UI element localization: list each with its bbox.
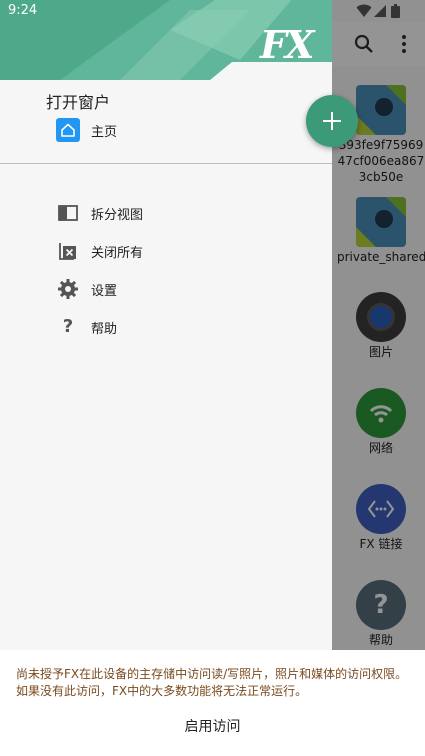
window-label: 主页 bbox=[91, 125, 118, 140]
menu-item-help[interactable]: ? 帮助 bbox=[0, 310, 332, 344]
window-item-home[interactable]: 主页 bbox=[0, 113, 332, 147]
menu-item-label: 设置 bbox=[91, 284, 118, 299]
open-windows-heading: 打开窗户 bbox=[46, 93, 111, 112]
menu-item-label: 关闭所有 bbox=[91, 246, 144, 261]
battery-icon bbox=[391, 4, 400, 18]
status-bar: 9:24 bbox=[0, 0, 425, 22]
menu-item-split-view[interactable]: 拆分视图 bbox=[0, 196, 332, 230]
gear-icon bbox=[58, 279, 78, 299]
divider bbox=[0, 163, 332, 164]
home-icon bbox=[56, 118, 80, 142]
help-icon: ? bbox=[62, 316, 74, 337]
menu-item-close-all[interactable]: 关闭所有 bbox=[0, 234, 332, 268]
cell-signal-icon bbox=[374, 5, 386, 17]
enable-access-button[interactable]: 启用访问 bbox=[0, 707, 425, 747]
permission-message: 尚未授予FX在此设备的主存储中访问读/写照片，照片和媒体的访问权限。如果没有此访… bbox=[16, 667, 408, 698]
fx-logo: FX bbox=[260, 22, 314, 67]
split-view-icon bbox=[58, 205, 78, 221]
wifi-signal-icon bbox=[356, 4, 372, 17]
navigation-drawer: FX 打开窗户 主页 拆分视图 关闭所有 设置 ? 帮助 bbox=[0, 0, 332, 650]
close-all-icon bbox=[59, 243, 76, 260]
menu-item-label: 帮助 bbox=[91, 322, 118, 337]
menu-item-settings[interactable]: 设置 bbox=[0, 272, 332, 306]
menu-item-label: 拆分视图 bbox=[91, 208, 144, 223]
add-window-fab[interactable] bbox=[306, 95, 358, 147]
status-time: 9:24 bbox=[8, 3, 38, 18]
